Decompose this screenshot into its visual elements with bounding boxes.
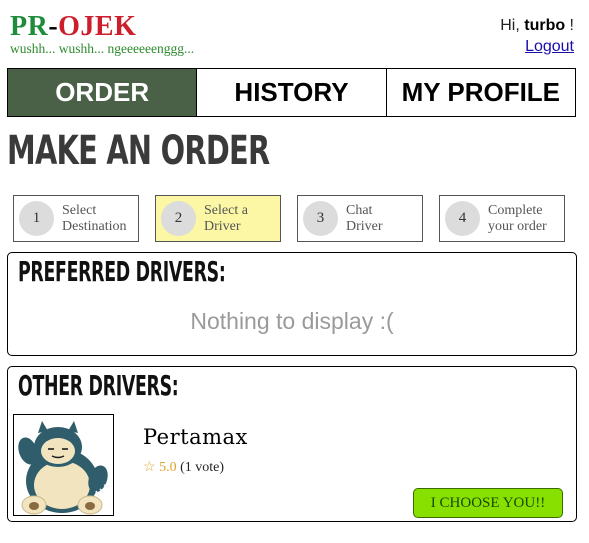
step-label: Complete your order [488,202,547,234]
order-steps: 1 Select Destination 2 Select a Driver 3 C… [13,195,573,242]
step-label: Chat Driver [346,202,383,234]
username: turbo [524,17,566,34]
driver-name: Pertamax [143,425,248,449]
tab-history[interactable]: HISTORY [197,68,387,117]
step-number: 4 [445,201,480,236]
snorlax-avatar-image [14,415,113,515]
step-number: 3 [303,201,338,236]
greeting-prefix: Hi, [500,17,525,34]
preferred-drivers-title: PREFERRED DRIVERS: [18,255,226,288]
step-complete-order: 4 Complete your order [439,195,565,242]
star-icon: ☆ [143,460,156,475]
greeting-suffix: ! [565,17,574,34]
driver-rating: ☆ 5.0 (1 vote) [143,459,224,476]
step-number: 1 [19,201,54,236]
rating-votes: (1 vote) [180,460,224,475]
other-drivers-panel: OTHER DRIVERS: Pertamax ☆ 5.0 (1 vote) I… [7,366,577,522]
step-label: Select Destination [62,202,127,234]
empty-message: Nothing to display :( [190,308,394,334]
rating-score: 5.0 [159,460,177,475]
logo-ojek: OJEK [58,11,137,42]
page-title: MAKE AN ORDER [7,128,270,174]
main-nav-tabs: ORDER HISTORY MY PROFILE [7,68,576,117]
step-number: 2 [161,201,196,236]
logo-dash: - [48,11,59,42]
tagline: wushh... wushh... ngeeeeeenggg... [10,41,195,56]
other-drivers-title: OTHER DRIVERS: [18,369,179,402]
step-select-driver: 2 Select a Driver [155,195,281,242]
user-greeting: Hi, turbo ! [500,17,574,35]
step-chat-driver: 3 Chat Driver [297,195,423,242]
tab-order[interactable]: ORDER [7,68,198,117]
step-select-destination: 1 Select Destination [13,195,139,242]
step-label: Select a Driver [204,202,248,234]
driver-avatar [13,414,114,516]
logout-link[interactable]: Logout [525,38,574,56]
preferred-drivers-panel: PREFERRED DRIVERS: Nothing to display :( [7,252,577,356]
app-logo: PR-OJEK [10,12,136,42]
logo-pr: PR [10,11,49,42]
tab-my-profile[interactable]: MY PROFILE [386,68,576,117]
choose-driver-button[interactable]: I CHOOSE YOU!! [413,488,563,518]
